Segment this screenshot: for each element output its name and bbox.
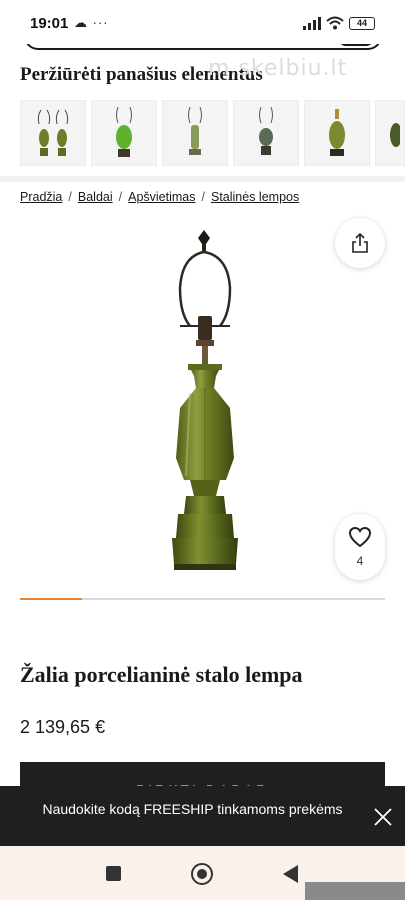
slim-olive-lamp-image: [188, 106, 202, 155]
share-button[interactable]: [335, 218, 385, 268]
watermark: m.skelbiu.lt: [208, 56, 348, 81]
similar-item-5[interactable]: [304, 100, 370, 166]
status-right-icons: 44: [303, 16, 375, 30]
product-title: Žalia porcelianinė stalo lempa: [20, 662, 303, 687]
bright-green-lamp-image: [116, 106, 132, 157]
breadcrumb: Pradžia / Baldai / Apšvietimas / Stalinė…: [20, 190, 299, 204]
product-gallery[interactable]: 4: [0, 218, 405, 598]
similar-item-1[interactable]: [20, 100, 86, 166]
battery-icon: 44: [349, 16, 375, 30]
section-divider: [0, 176, 405, 182]
favorite-count: 4: [356, 554, 364, 568]
home-dot-icon: [197, 869, 207, 879]
status-time: 19:01: [30, 15, 69, 32]
similar-item-4[interactable]: [233, 100, 299, 166]
breadcrumb-lighting[interactable]: Apšvietimas: [128, 190, 195, 204]
gesture-handle: [305, 882, 405, 900]
favorite-button[interactable]: 4: [335, 514, 385, 580]
olive-vase-lamp-image: [329, 109, 345, 156]
system-nav-bar: [0, 846, 405, 900]
similar-item-6[interactable]: [375, 100, 405, 166]
promo-message: Naudokite kodą FREESHIP tinkamoms prekėm…: [42, 801, 343, 817]
similar-item-3[interactable]: [162, 100, 228, 166]
similar-item-2[interactable]: [91, 100, 157, 166]
similar-items-strip[interactable]: [20, 100, 405, 166]
ornate-lamp-image: [259, 106, 273, 155]
promo-banner: Naudokite kodą FREESHIP tinkamoms prekėm…: [0, 786, 405, 846]
product-price: 2 139,65 €: [20, 717, 106, 737]
twin-lamps-image: [37, 109, 69, 156]
close-icon[interactable]: [373, 807, 393, 827]
signal-icon: [303, 16, 321, 30]
promo-text: Naudokite kodą FREESHIP tinkamoms prekėm…: [20, 798, 365, 820]
heart-icon: [348, 526, 372, 548]
breadcrumb-separator: /: [118, 190, 123, 204]
partial-lamp-image: [390, 123, 400, 147]
wifi-icon: [326, 16, 344, 30]
notification-icons: ☁ ···: [74, 15, 109, 30]
back-button[interactable]: [283, 865, 298, 883]
recent-apps-button[interactable]: [106, 866, 121, 881]
carousel-progress: [20, 598, 385, 600]
home-button[interactable]: [191, 863, 213, 885]
breadcrumb-separator: /: [201, 190, 205, 204]
status-bar: 19:01 ☁ ··· 44: [0, 0, 405, 44]
share-icon: [352, 232, 368, 253]
breadcrumb-table-lamps[interactable]: Stalinės lempos: [211, 190, 299, 204]
breadcrumb-home[interactable]: Pradžia: [20, 190, 62, 204]
breadcrumb-furniture[interactable]: Baldai: [78, 190, 113, 204]
carousel-progress-fill: [20, 598, 83, 600]
battery-level: 44: [356, 18, 367, 28]
breadcrumb-separator: /: [68, 190, 72, 204]
